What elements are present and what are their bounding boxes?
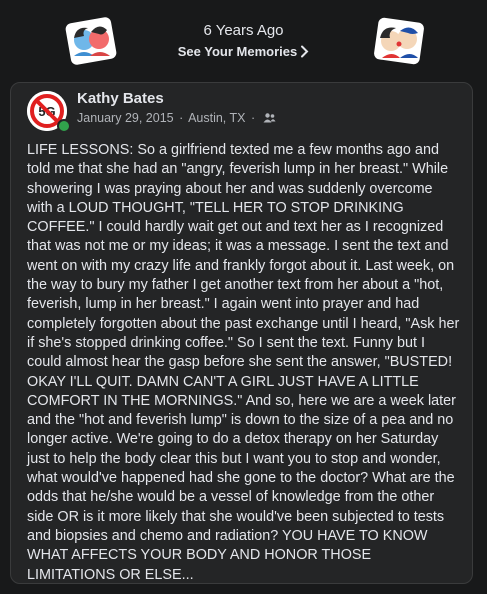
chevron-right-icon bbox=[301, 45, 309, 58]
post-date[interactable]: January 29, 2015 bbox=[77, 111, 174, 125]
memories-header: 6 Years Ago See Your Memories bbox=[0, 0, 487, 76]
post-author[interactable]: Kathy Bates bbox=[77, 90, 164, 107]
post-body-text: LIFE LESSONS: So a girlfriend texted me … bbox=[27, 142, 460, 583]
meta-separator-2: · bbox=[250, 111, 256, 125]
post-meta: January 29, 2015 · Austin, TX · bbox=[77, 111, 276, 125]
friends-icon[interactable] bbox=[263, 112, 276, 124]
meta-separator: · bbox=[179, 111, 184, 125]
two-friends-sticker-icon bbox=[65, 17, 117, 65]
kissing-couple-sticker-icon bbox=[374, 17, 424, 65]
see-memories-label: See Your Memories bbox=[177, 44, 298, 59]
online-status-dot bbox=[57, 119, 71, 133]
memory-post-card: 5G Kathy Bates January 29, 2015 · Austin… bbox=[10, 82, 473, 584]
post-location[interactable]: Austin, TX bbox=[188, 111, 245, 125]
